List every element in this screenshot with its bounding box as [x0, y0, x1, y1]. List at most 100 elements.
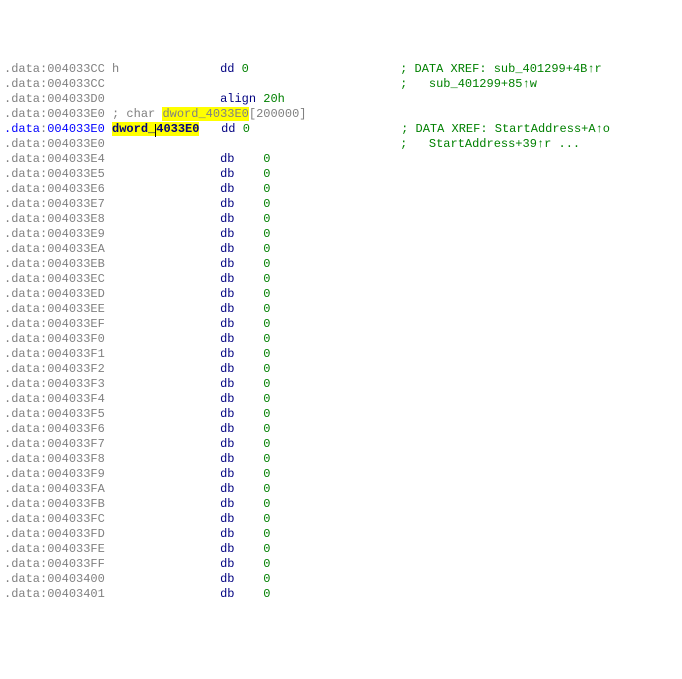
disasm-line[interactable]: .data:00403401 db 0	[4, 587, 678, 602]
address[interactable]: 004033E0	[47, 137, 105, 151]
disasm-line[interactable]: .data:004033E9 db 0	[4, 227, 678, 242]
disasm-line[interactable]: .data:004033F9 db 0	[4, 467, 678, 482]
disasm-line[interactable]: .data:004033FD db 0	[4, 527, 678, 542]
segment-name: .data	[4, 512, 40, 526]
address[interactable]: 004033E7	[47, 197, 105, 211]
address[interactable]: 004033F7	[47, 437, 105, 451]
address[interactable]: 004033E0	[47, 122, 105, 136]
disasm-line[interactable]: .data:004033F8 db 0	[4, 452, 678, 467]
address[interactable]: 004033E8	[47, 212, 105, 226]
address[interactable]: 004033F3	[47, 377, 105, 391]
xref-comment[interactable]: ; StartAddress+39↑r ...	[400, 137, 580, 151]
address[interactable]: 004033FD	[47, 527, 105, 541]
address[interactable]: 004033F6	[47, 422, 105, 436]
address[interactable]: 004033EB	[47, 257, 105, 271]
disasm-line[interactable]: .data:004033F2 db 0	[4, 362, 678, 377]
disassembly-listing[interactable]: .data:004033CC h dd 0 ; DATA XREF: sub_4…	[4, 62, 678, 602]
disasm-line[interactable]: .data:004033FE db 0	[4, 542, 678, 557]
disasm-line[interactable]: .data:004033E5 db 0	[4, 167, 678, 182]
disasm-line[interactable]: .data:004033E6 db 0	[4, 182, 678, 197]
address[interactable]: 00403401	[47, 587, 105, 601]
disasm-line[interactable]: .data:004033EB db 0	[4, 257, 678, 272]
address[interactable]: 004033F1	[47, 347, 105, 361]
disasm-line[interactable]: .data:004033D0 align 20h	[4, 92, 678, 107]
operand: 0	[263, 422, 270, 436]
operand: 0	[263, 512, 270, 526]
address[interactable]: 004033F0	[47, 332, 105, 346]
address[interactable]: 004033D0	[47, 92, 105, 106]
address[interactable]: 004033F9	[47, 467, 105, 481]
mnemonic: db	[220, 407, 234, 421]
address[interactable]: 004033EC	[47, 272, 105, 286]
symbol-name[interactable]: dword_4033E0	[112, 122, 199, 136]
segment-name: .data	[4, 482, 40, 496]
disasm-line[interactable]: .data:004033E7 db 0	[4, 197, 678, 212]
address[interactable]: 004033FB	[47, 497, 105, 511]
segment-name: .data	[4, 527, 40, 541]
address[interactable]: 004033F8	[47, 452, 105, 466]
disasm-line[interactable]: .data:004033F6 db 0	[4, 422, 678, 437]
address[interactable]: 004033CC	[47, 77, 105, 91]
segment-name: .data	[4, 362, 40, 376]
disasm-line[interactable]: .data:004033CC ; sub_401299+85↑w	[4, 77, 678, 92]
operand: 0	[263, 452, 270, 466]
address[interactable]: 004033E9	[47, 227, 105, 241]
address[interactable]: 004033E5	[47, 167, 105, 181]
address[interactable]: 004033E6	[47, 182, 105, 196]
operand: 0	[263, 407, 270, 421]
address[interactable]: 004033EA	[47, 242, 105, 256]
disasm-line[interactable]: .data:004033F0 db 0	[4, 332, 678, 347]
text-cursor	[155, 124, 156, 137]
operand: 0	[263, 527, 270, 541]
address[interactable]: 004033FA	[47, 482, 105, 496]
operand: 0	[263, 557, 270, 571]
disasm-line[interactable]: .data:004033ED db 0	[4, 287, 678, 302]
symbol-name[interactable]: dword_4033E0	[162, 107, 248, 121]
operand: 0	[263, 317, 270, 331]
disasm-line[interactable]: .data:004033E0 ; char dword_4033E0[20000…	[4, 107, 678, 122]
disasm-line[interactable]: .data:004033E0 dword_4033E0 dd 0 ; DATA …	[4, 122, 678, 137]
disasm-line[interactable]: .data:004033F3 db 0	[4, 377, 678, 392]
address[interactable]: 004033FF	[47, 557, 105, 571]
address[interactable]: 004033FC	[47, 512, 105, 526]
disasm-line[interactable]: .data:004033E8 db 0	[4, 212, 678, 227]
address[interactable]: 004033EF	[47, 317, 105, 331]
disasm-line[interactable]: .data:004033E4 db 0	[4, 152, 678, 167]
segment-name: .data	[4, 572, 40, 586]
address[interactable]: 004033EE	[47, 302, 105, 316]
disasm-line[interactable]: .data:004033FF db 0	[4, 557, 678, 572]
disasm-line[interactable]: .data:004033F4 db 0	[4, 392, 678, 407]
address[interactable]: 004033F4	[47, 392, 105, 406]
disasm-line[interactable]: .data:004033F1 db 0	[4, 347, 678, 362]
segment-name: .data	[4, 242, 40, 256]
mnemonic: db	[220, 182, 234, 196]
disasm-line[interactable]: .data:004033F5 db 0	[4, 407, 678, 422]
disasm-line[interactable]: .data:00403400 db 0	[4, 572, 678, 587]
address[interactable]: 004033CC	[47, 62, 105, 76]
address[interactable]: 004033E4	[47, 152, 105, 166]
address[interactable]: 004033F2	[47, 362, 105, 376]
disasm-line[interactable]: .data:004033EE db 0	[4, 302, 678, 317]
disasm-line[interactable]: .data:004033EF db 0	[4, 317, 678, 332]
xref-comment[interactable]: ; sub_401299+85↑w	[400, 77, 537, 91]
disasm-line[interactable]: .data:004033CC h dd 0 ; DATA XREF: sub_4…	[4, 62, 678, 77]
address[interactable]: 004033ED	[47, 287, 105, 301]
address[interactable]: 004033F5	[47, 407, 105, 421]
disasm-line[interactable]: .data:004033F7 db 0	[4, 437, 678, 452]
operand: 0	[263, 302, 270, 316]
xref-comment[interactable]: ; DATA XREF: sub_401299+4B↑r	[400, 62, 602, 76]
address[interactable]: 00403400	[47, 572, 105, 586]
xref-comment[interactable]: ; DATA XREF: StartAddress+A↑o	[401, 122, 610, 136]
disasm-line[interactable]: .data:004033EC db 0	[4, 272, 678, 287]
disasm-line[interactable]: .data:004033FA db 0	[4, 482, 678, 497]
mnemonic: db	[220, 197, 234, 211]
mnemonic: db	[220, 347, 234, 361]
disasm-line[interactable]: .data:004033EA db 0	[4, 242, 678, 257]
address[interactable]: 004033FE	[47, 542, 105, 556]
mnemonic: db	[220, 332, 234, 346]
mnemonic: db	[220, 152, 234, 166]
disasm-line[interactable]: .data:004033FC db 0	[4, 512, 678, 527]
address[interactable]: 004033E0	[47, 107, 105, 121]
disasm-line[interactable]: .data:004033E0 ; StartAddress+39↑r ...	[4, 137, 678, 152]
disasm-line[interactable]: .data:004033FB db 0	[4, 497, 678, 512]
